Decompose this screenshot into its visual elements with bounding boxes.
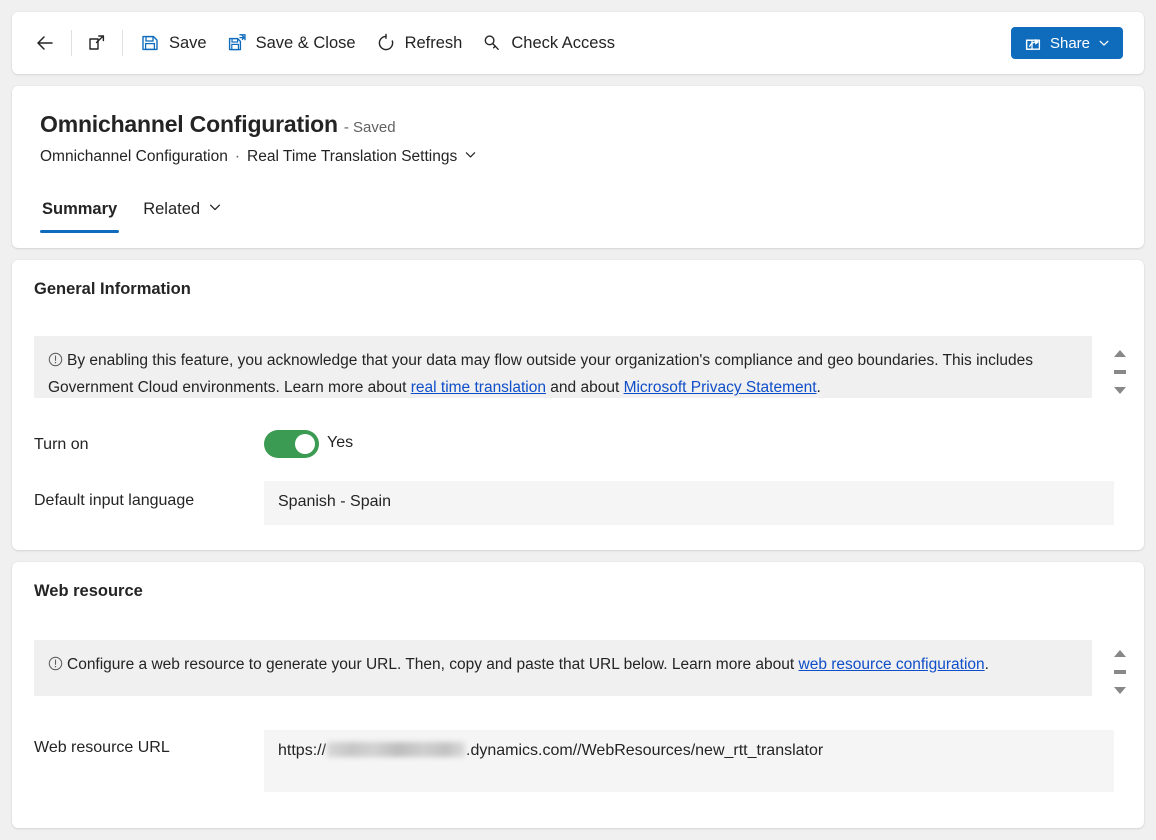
general-notice-text-3: . (817, 379, 821, 396)
web-resource-notice: Configure a web resource to generate you… (34, 640, 1092, 696)
general-notice-scrollbar[interactable] (1112, 350, 1128, 394)
web-resource-url-input[interactable]: https:// .dynamics.com//WebResources/new_… (264, 730, 1114, 792)
scroll-up-arrow[interactable] (1114, 650, 1126, 657)
info-circle-icon (48, 350, 63, 375)
privacy-statement-link[interactable]: Microsoft Privacy Statement (624, 379, 817, 396)
web-resource-notice-text-2: . (985, 656, 989, 673)
url-suffix: .dynamics.com//WebResources/new_rtt_tran… (466, 742, 823, 759)
web-resource-configuration-link[interactable]: web resource configuration (799, 656, 985, 673)
save-and-close-button[interactable]: Save & Close (217, 24, 366, 62)
toolbar-divider-1 (71, 30, 72, 56)
web-resource-notice-text-1: Configure a web resource to generate you… (67, 656, 799, 673)
record-header-card: Omnichannel Configuration - Saved Omnicha… (12, 86, 1144, 248)
save-button-label: Save (169, 34, 207, 53)
breadcrumb-separator: · (235, 148, 240, 166)
web-resource-notice-scrollbar[interactable] (1112, 650, 1128, 694)
chevron-down-icon (208, 200, 222, 219)
record-title-text: Omnichannel Configuration (40, 111, 338, 137)
general-notice-text-2: and about (546, 379, 624, 396)
breadcrumb-parent[interactable]: Omnichannel Configuration (40, 148, 228, 166)
tab-list: Summary Related (40, 196, 224, 233)
general-notice: By enabling this feature, you acknowledg… (34, 336, 1092, 398)
breadcrumb: Omnichannel Configuration · Real Time Tr… (40, 148, 477, 166)
web-resource-url-value: https:// .dynamics.com//WebResources/new_… (278, 742, 823, 760)
turn-on-label: Turn on (34, 436, 89, 454)
breadcrumb-current[interactable]: Real Time Translation Settings (247, 148, 477, 166)
scroll-up-arrow[interactable] (1114, 350, 1126, 357)
refresh-button-label: Refresh (405, 34, 463, 53)
chevron-down-icon (1098, 37, 1110, 49)
breadcrumb-current-label: Real Time Translation Settings (247, 148, 457, 166)
save-close-icon (227, 33, 247, 53)
key-icon (482, 33, 502, 53)
open-new-window-icon (87, 33, 107, 53)
refresh-button[interactable]: Refresh (366, 24, 473, 62)
share-icon (1024, 34, 1042, 52)
app-root: Save Save & Close Refresh (0, 0, 1156, 840)
default-language-label: Default input language (34, 492, 194, 510)
real-time-translation-link[interactable]: real time translation (411, 379, 546, 396)
save-button[interactable]: Save (130, 24, 217, 62)
share-button[interactable]: Share (1011, 27, 1123, 59)
general-section-title: General Information (34, 280, 191, 299)
scroll-thumb[interactable] (1114, 670, 1126, 674)
web-resource-url-label: Web resource URL (34, 739, 170, 757)
back-button[interactable] (26, 24, 64, 62)
scroll-thumb[interactable] (1114, 370, 1126, 374)
page-title: Omnichannel Configuration - Saved (40, 111, 396, 138)
check-access-label: Check Access (511, 34, 615, 53)
check-access-button[interactable]: Check Access (472, 24, 625, 62)
save-floppy-icon (140, 33, 160, 53)
scroll-down-arrow[interactable] (1114, 387, 1126, 394)
record-save-status: - Saved (344, 119, 396, 136)
url-prefix: https:// (278, 742, 326, 759)
turn-on-toggle[interactable] (264, 430, 319, 458)
default-language-value: Spanish - Spain (278, 493, 391, 511)
command-bar: Save Save & Close Refresh (12, 12, 1144, 74)
web-resource-card: Web resource Configure a web resource to… (12, 562, 1144, 828)
default-language-input[interactable]: Spanish - Spain (264, 481, 1114, 525)
tab-related[interactable]: Related (141, 196, 224, 233)
toggle-knob (295, 434, 315, 454)
turn-on-value: Yes (327, 434, 353, 452)
save-and-close-label: Save & Close (256, 34, 356, 53)
arrow-left-icon (34, 32, 56, 54)
tab-summary[interactable]: Summary (40, 196, 119, 233)
tab-related-label: Related (143, 200, 200, 219)
web-resource-section-title: Web resource (34, 582, 143, 601)
popout-button[interactable] (79, 24, 115, 62)
redacted-org-name (327, 742, 465, 757)
share-button-label: Share (1050, 35, 1090, 52)
general-information-card: General Information By enabling this fea… (12, 260, 1144, 550)
chevron-down-icon (464, 148, 477, 166)
toolbar-divider-2 (122, 30, 123, 56)
refresh-icon (376, 33, 396, 53)
tab-summary-label: Summary (42, 200, 117, 218)
info-circle-icon (48, 654, 63, 679)
scroll-down-arrow[interactable] (1114, 687, 1126, 694)
